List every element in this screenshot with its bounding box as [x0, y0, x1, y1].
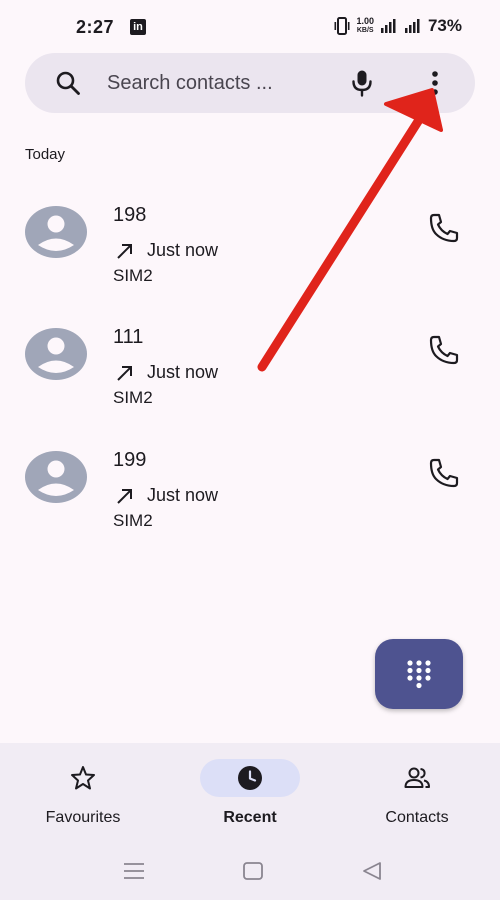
recent-apps-icon[interactable]: [122, 859, 146, 883]
battery-level: 73%: [427, 16, 462, 35]
network-speed-unit: KB/S: [356, 27, 374, 34]
signal-5g-icon: [380, 19, 396, 33]
people-icon: [404, 767, 430, 788]
nav-item-favourites[interactable]: Favourites: [0, 743, 166, 843]
call-number: 199: [113, 449, 147, 471]
nav-icon-container: [33, 759, 133, 797]
avatar-icon: [25, 206, 87, 258]
call-log-item[interactable]: 198 Just now SIM2: [0, 196, 500, 306]
call-detail: Just now: [116, 362, 218, 383]
outgoing-call-arrow-icon: [117, 488, 132, 504]
status-time: 2:27: [76, 17, 115, 37]
clock-icon: [238, 766, 262, 790]
star-icon: [71, 766, 95, 790]
network-speed-value: 1.00: [356, 16, 374, 26]
call-detail: Just now: [116, 240, 218, 261]
avatar-icon: [25, 451, 87, 503]
status-indicators: 1.00 KB/S 73%: [334, 16, 462, 36]
nav-item-recent[interactable]: Recent: [167, 743, 333, 843]
back-icon[interactable]: [360, 859, 384, 883]
signal-roaming-icon: [404, 19, 420, 33]
dialpad-button[interactable]: [375, 639, 463, 709]
call-log-item[interactable]: 111 Just now SIM2: [0, 318, 500, 428]
microphone-icon[interactable]: [349, 69, 375, 97]
call-number: 198: [113, 204, 147, 226]
linkedin-notification-icon: in: [130, 19, 146, 35]
avatar-icon: [25, 328, 87, 380]
search-input[interactable]: [107, 53, 337, 113]
call-phone-icon[interactable]: [426, 332, 462, 368]
search-bar[interactable]: [25, 53, 475, 113]
call-time: Just now: [147, 240, 219, 260]
dialpad-icon: [407, 660, 431, 689]
status-bar: 2:27 in 1.00 KB/S 73%: [0, 0, 500, 52]
search-icon: [56, 71, 80, 95]
call-log-item[interactable]: 199 Just now SIM2: [0, 441, 500, 551]
home-icon[interactable]: [241, 859, 265, 883]
section-label-today: Today: [25, 146, 66, 163]
call-sim: SIM2: [113, 266, 153, 285]
call-sim: SIM2: [113, 511, 153, 530]
call-time: Just now: [147, 362, 219, 382]
call-phone-icon[interactable]: [426, 455, 462, 491]
more-options-icon[interactable]: [423, 69, 447, 97]
network-speed: 1.00 KB/S: [356, 17, 374, 35]
call-number: 111: [113, 326, 144, 348]
nav-item-contacts[interactable]: Contacts: [334, 743, 500, 843]
nav-label: Favourites: [45, 809, 121, 826]
call-sim: SIM2: [113, 388, 153, 407]
call-detail: Just now: [116, 485, 218, 506]
call-phone-icon[interactable]: [426, 210, 462, 246]
outgoing-call-arrow-icon: [117, 243, 132, 259]
nav-icon-container: [200, 759, 300, 797]
nav-icon-container: [367, 759, 467, 797]
vibrate-icon: [334, 17, 350, 35]
call-time: Just now: [147, 485, 219, 505]
nav-label: Recent: [223, 809, 277, 826]
outgoing-call-arrow-icon: [117, 365, 132, 381]
nav-label: Contacts: [385, 809, 449, 826]
